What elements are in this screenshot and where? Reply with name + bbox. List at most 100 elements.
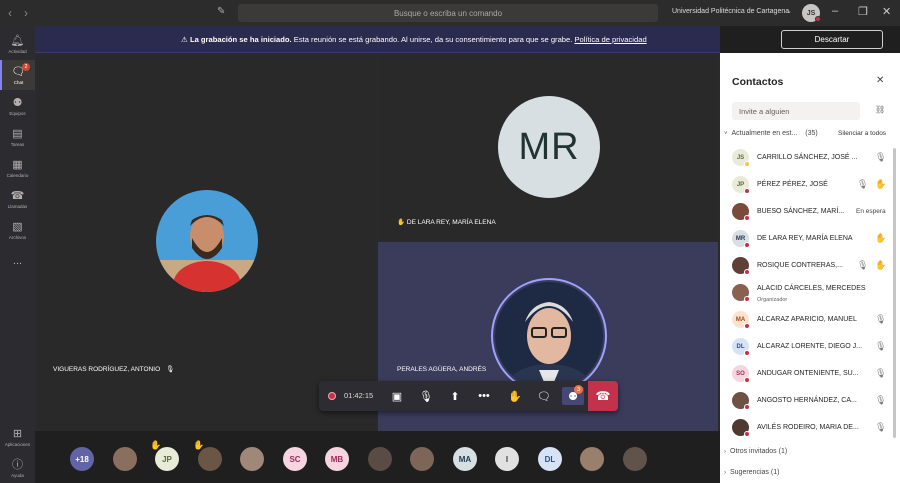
section-label: Actualmente en est... [731, 130, 798, 137]
participant-name: ANGOSTO HERNÁNDEZ, CA... [757, 397, 857, 404]
mic-off-button[interactable]: 🎙︎ [415, 387, 437, 405]
participant-row[interactable]: AVILÉS RODEIRO, MARIA DE... 🎙︎ [720, 415, 900, 442]
chat-button[interactable]: 🗨︎ [533, 387, 555, 405]
unread-badge: 2 [22, 63, 30, 71]
raised-hand-icon: ✋ [875, 260, 887, 270]
banner-text: ⚠︎ La grabación se ha iniciado. Esta reu… [181, 35, 647, 44]
strip-avatar[interactable] [410, 447, 434, 471]
chat-icon: 🗨︎ [537, 390, 551, 403]
mic-off-icon: 🎙︎ [857, 260, 869, 270]
camera-off-button[interactable]: ▣ [386, 387, 408, 405]
participant-row[interactable]: ROSIQUE CONTRERAS,... 🎙︎ ✋ [720, 253, 900, 280]
share-invite-icon[interactable]: ⛓ [875, 105, 885, 114]
hang-up-icon: ☎ [595, 389, 611, 403]
strip-avatar[interactable]: +18 [70, 447, 94, 471]
mic-off-icon: 🎙︎ [875, 341, 887, 351]
rail-item-help[interactable]: ⓘ Ayuda [0, 453, 35, 483]
strip-avatar[interactable] [580, 447, 604, 471]
strip-avatar[interactable] [240, 447, 264, 471]
participant-row[interactable]: ALACID CÁRCELES, MERCEDES Organizador [720, 280, 900, 307]
raised-hand-icon: ✋ [193, 440, 205, 450]
avatar-vigueras [156, 190, 258, 292]
section-current[interactable]: ˅ Actualmente en est... (35) [724, 130, 818, 137]
rail-item-chat[interactable]: 🗨︎ Chat 2 [0, 60, 35, 90]
strip-avatar[interactable] [623, 447, 647, 471]
compose-icon[interactable]: ✎ [217, 6, 225, 17]
rail-label: Archivos [8, 234, 27, 240]
minimize-icon[interactable]: – [832, 5, 838, 17]
panel-scrollbar[interactable] [893, 148, 896, 438]
share-screen-button[interactable]: ⬆ [444, 387, 466, 405]
chevron-down-icon[interactable]: ⌄ [786, 7, 792, 15]
rail-label: Chat [13, 79, 24, 85]
invite-input[interactable]: Invite a alguien [732, 102, 860, 120]
rail-item-teams[interactable]: ⚉ Equipos [0, 91, 35, 121]
participant-name: ANDUGAR ONTENIENTE, SU... [757, 370, 859, 377]
strip-avatar[interactable]: MA [453, 447, 477, 471]
participant-row[interactable]: MA ALCARAZ APARICIO, MANUEL 🎙︎ [720, 307, 900, 334]
rail-label: Aplicaciones [4, 441, 31, 447]
hang-up-button[interactable]: ☎ [588, 381, 618, 411]
restore-icon[interactable]: ❐ [858, 5, 868, 18]
raised-hand-icon: ✋ [150, 440, 162, 450]
participant-row[interactable]: JP PÉREZ PÉREZ, JOSÉ 🎙︎ ✋ [720, 172, 900, 199]
org-switcher[interactable]: Universidad Politécnica de Cartagena [672, 8, 789, 15]
rail-item-files[interactable]: ▧ Archivos [0, 215, 35, 245]
call-control-bar: 01:42:15 ▣ 🎙︎ ⬆ ••• ✋ 🗨︎ ⚉ 3 ☎ [319, 381, 618, 411]
rail-item-calls[interactable]: ☎ Llamadas [0, 184, 35, 214]
privacy-link[interactable]: Política de privacidad [574, 35, 646, 44]
strip-avatar[interactable]: SC [283, 447, 307, 471]
rail-item-calendar[interactable]: ▦ Calendario [0, 153, 35, 183]
banner-bold: La grabación se ha iniciado. [189, 35, 292, 44]
more-actions-button[interactable]: ••• [473, 387, 495, 405]
dismiss-button[interactable]: Descartar [781, 30, 883, 49]
raise-hand-button[interactable]: ✋ [504, 387, 526, 405]
participant-row[interactable]: DL ALCARAZ LORENTE, DIEGO J... 🎙︎ [720, 334, 900, 361]
strip-avatar[interactable] [113, 447, 137, 471]
presence-dot [744, 431, 750, 437]
strip-avatar[interactable]: I [495, 447, 519, 471]
section-suggestions[interactable]: › Sugerencias (1) [724, 469, 779, 476]
rail-label: Llamadas [7, 203, 28, 209]
participant-row[interactable]: ANGOSTO HERNÁNDEZ, CA... 🎙︎ [720, 388, 900, 415]
strip-avatar[interactable] [368, 447, 392, 471]
presence-dot [744, 350, 750, 356]
strip-avatar[interactable]: DL [538, 447, 562, 471]
rail-label: Equipos [9, 110, 26, 116]
tile-name-delara: ✋ DE LARA REY, MARÍA ELENA [397, 218, 496, 226]
mute-all-button[interactable]: Silenciar a todos [838, 130, 886, 137]
rail-item-tasks[interactable]: ▤ Tareas [0, 122, 35, 152]
section-label: Otros invitados (1) [730, 448, 788, 455]
chevron-down-icon: ˅ [724, 131, 728, 137]
presence-dot [744, 323, 750, 329]
participant-row[interactable]: MR DE LARA REY, MARÍA ELENA ✋ [720, 226, 900, 253]
section-other-invited[interactable]: › Otros invitados (1) [724, 448, 787, 455]
participant-row[interactable]: JS CARRILLO SÁNCHEZ, JOSÉ ... 🎙︎ [720, 145, 900, 172]
participant-name: AVILÉS RODEIRO, MARIA DE... [757, 424, 859, 431]
close-window-icon[interactable]: ✕ [882, 5, 891, 18]
raised-hand-icon: ✋ [875, 233, 887, 243]
phone-icon: ☎ [10, 189, 25, 202]
search-input[interactable]: Busque o escriba un comando [238, 4, 658, 22]
rail-item-apps[interactable]: ⊞ Aplicaciones [0, 422, 35, 452]
close-icon[interactable]: ✕ [876, 75, 884, 86]
presence-dot [744, 269, 750, 275]
title-bar: ‹ › ✎ Busque o escriba un comando Univer… [0, 0, 900, 26]
presence-dot [744, 242, 750, 248]
participant-row[interactable]: BUESO SÁNCHEZ, MARÍ... En espera [720, 199, 900, 226]
rail-item-more[interactable]: ... [0, 246, 35, 276]
participant-name: PÉREZ PÉREZ, JOSÉ [757, 181, 828, 188]
strip-avatar[interactable]: MB [325, 447, 349, 471]
avatar-mr: MR [498, 96, 600, 198]
call-timer: 01:42:15 [344, 391, 374, 400]
mic-off-icon: 🎙︎ [875, 422, 887, 432]
raised-hand-icon: ✋ [875, 179, 887, 189]
participant-row[interactable]: SO ANDUGAR ONTENIENTE, SU... 🎙︎ [720, 361, 900, 388]
back-arrow-icon[interactable]: ‹ [8, 6, 12, 20]
rail-item-activity[interactable]: 🔔︎ Actividad [0, 29, 35, 59]
forward-arrow-icon[interactable]: › [24, 6, 28, 20]
presence-dot [744, 296, 750, 302]
tile-name-vigueras: VIGUERAS RODRÍGUEZ, ANTONIO 🎙︎ [53, 365, 174, 373]
avatar-perales [491, 278, 607, 394]
mic-off-icon: 🎙︎ [857, 179, 869, 189]
